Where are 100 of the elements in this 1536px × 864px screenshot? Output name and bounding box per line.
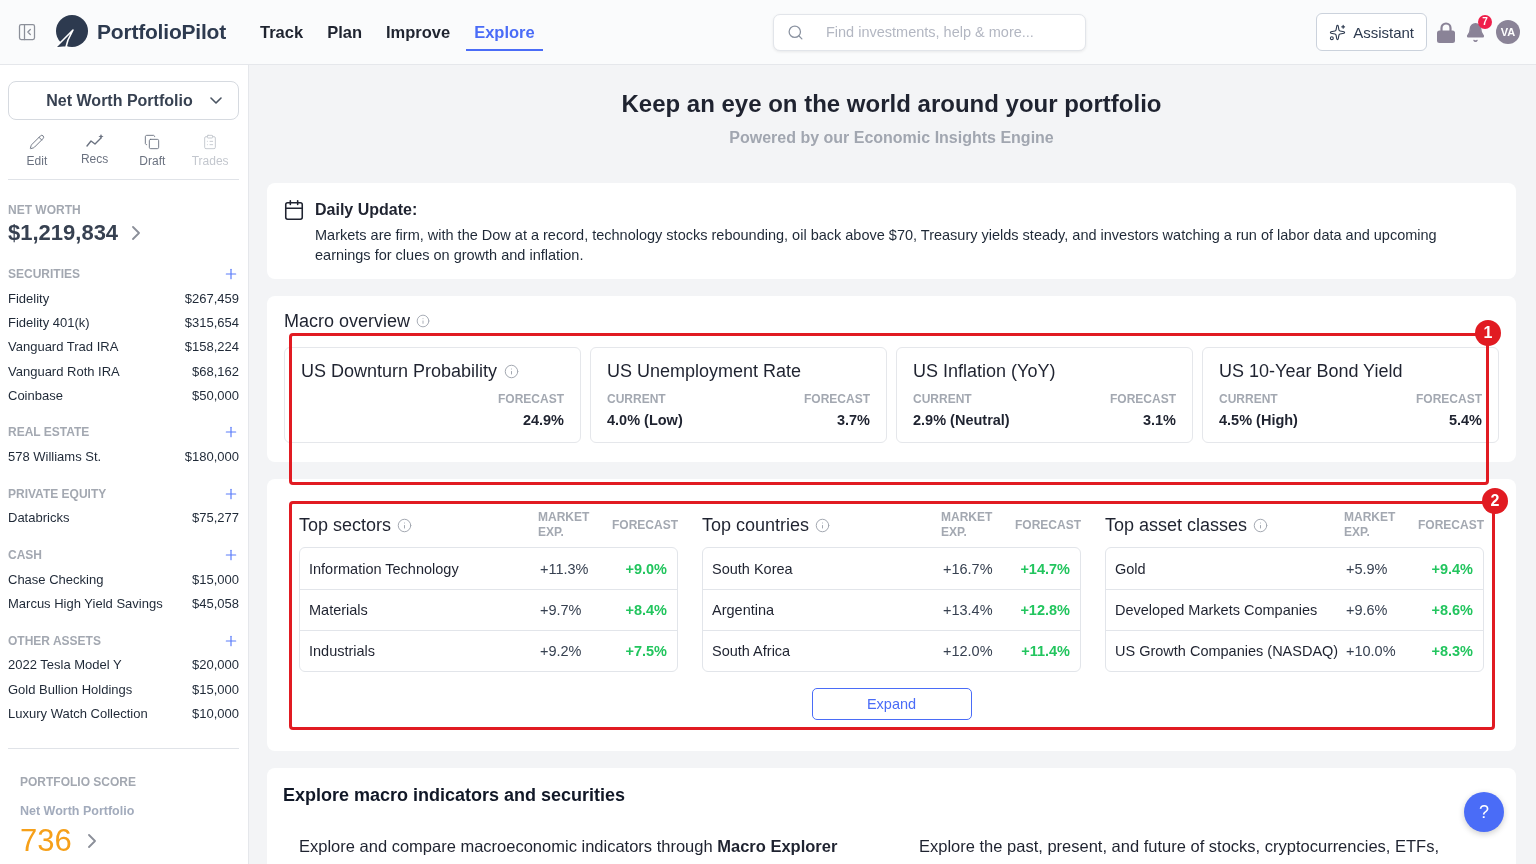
calendar-icon — [283, 199, 305, 221]
account-value: $68,162 — [192, 363, 239, 379]
trend-line-icon — [85, 134, 104, 148]
account-value: $50,000 — [192, 387, 239, 403]
account-name[interactable]: Vanguard Roth IRA — [8, 363, 120, 379]
account-name[interactable]: Fidelity — [8, 290, 50, 306]
account-name[interactable]: Chase Checking — [8, 571, 104, 587]
info-icon[interactable] — [815, 517, 831, 533]
section-title: Explore macro indicators and securities — [283, 784, 627, 806]
forecast-value: 3.7% — [836, 411, 870, 429]
account-value: $75,277 — [192, 510, 239, 526]
forecast-value: +12.8% — [1019, 602, 1070, 618]
forecast-value: +8.3% — [1430, 643, 1473, 659]
account-value: $267,459 — [184, 290, 239, 306]
section-heading: OTHER ASSETS — [8, 633, 101, 648]
account-name[interactable]: Gold Bullion Holdings — [8, 681, 133, 697]
pencil-icon — [28, 134, 45, 150]
current-value: 2.9% (Neutral) — [913, 411, 1010, 429]
forecast-label: FORECAST — [1110, 392, 1176, 407]
row-name: Gold — [1115, 560, 1147, 577]
chevron-down-icon — [210, 97, 222, 104]
info-icon[interactable] — [397, 517, 413, 533]
logo-icon — [54, 15, 88, 49]
account-value: $315,654 — [184, 314, 239, 330]
chevron-right-icon[interactable] — [87, 833, 96, 848]
collapse-sidebar-icon[interactable] — [17, 22, 37, 42]
info-icon[interactable] — [504, 363, 520, 379]
market-exp-value: +11.3% — [540, 560, 590, 577]
account-name[interactable]: 2022 Tesla Model Y — [8, 657, 122, 673]
account-name[interactable]: Luxury Watch Collection — [8, 705, 148, 721]
nav-tab[interactable]: Plan — [319, 13, 370, 51]
forecast-label: FORECAST — [498, 392, 564, 407]
market-exp-value: +10.0% — [1346, 643, 1397, 659]
chevron-right-icon[interactable] — [132, 226, 141, 240]
score-heading: PORTFOLIO SCORE — [20, 774, 137, 789]
current-label: CURRENT — [1219, 392, 1278, 407]
account-name[interactable]: Fidelity 401(k) — [8, 314, 90, 330]
account-name[interactable]: 578 Williams St. — [8, 449, 102, 465]
current-value: 4.5% (High) — [1219, 411, 1298, 429]
indicator-card[interactable]: US Inflation (YoY) CURRENT 2.9% (Neutral) FORECAST 3.1% — [896, 347, 1193, 443]
portfolio-score-value: 736 — [20, 822, 72, 859]
explore-description: Explore and compare macroeconomic indicators through Macro Explorer — [299, 836, 839, 856]
info-icon[interactable] — [416, 314, 431, 328]
expand-button[interactable]: Expand — [811, 688, 972, 720]
account-value: $10,000 — [192, 705, 239, 721]
forecast-value: 5.4% — [1448, 411, 1482, 429]
section-heading: REAL ESTATE — [8, 425, 90, 440]
column-header: FORECAST — [1417, 517, 1484, 533]
row-name: Argentina — [712, 602, 776, 618]
indicator-card[interactable]: US 10-Year Bond Yield CURRENT 4.5% (High) FORECAST 5.4% — [1202, 347, 1499, 443]
account-name[interactable]: Databricks — [8, 510, 70, 526]
row-name: Information Technology — [309, 560, 460, 577]
column-header: MARKET EXP. — [1344, 510, 1397, 540]
column-header: FORECAST — [611, 517, 678, 533]
clipboard-icon — [202, 134, 219, 150]
account-name[interactable]: Marcus High Yield Savings — [8, 596, 163, 611]
explore-description: Explore the past, present, and future of stocks, cryptocurrencies, ETFs, — [919, 836, 1440, 856]
net-worth-value: $1,219,834 — [8, 219, 119, 247]
row-name: South Korea — [712, 560, 794, 577]
score-portfolio-name: Net Worth Portfolio — [20, 802, 136, 819]
portfolio-select[interactable]: Net Worth Portfolio — [8, 81, 239, 120]
row-name: South Africa — [712, 643, 792, 659]
nav-tab[interactable]: Explore — [466, 13, 543, 51]
indicator-card[interactable]: US Unemployment Rate CURRENT 4.0% (Low) FORECAST 3.7% — [590, 347, 887, 443]
callout-number: 1 — [1475, 320, 1501, 346]
forecast-value: 3.1% — [1142, 411, 1176, 429]
row-name: Developed Markets Companies — [1115, 602, 1319, 618]
forecast-value: +8.4% — [624, 602, 667, 618]
forecast-label: FORECAST — [1416, 392, 1482, 407]
lock-icon[interactable] — [1437, 21, 1455, 43]
nav-tab[interactable]: Track — [252, 13, 312, 51]
section-heading: SECURITIES — [8, 267, 80, 281]
sparkles-icon — [1329, 23, 1347, 41]
indicator-card[interactable]: US Downturn Probability FORECAST 24.9% — [284, 347, 581, 443]
search-icon — [786, 23, 804, 41]
account-name[interactable]: Vanguard Trad IRA — [8, 339, 119, 355]
sidebar-action-button[interactable]: Edit — [8, 132, 66, 170]
account-name[interactable]: Coinbase — [8, 387, 63, 403]
column-header: FORECAST — [1014, 517, 1081, 533]
forecast-value: +8.6% — [1430, 602, 1473, 618]
net-worth-label: NET WORTH — [8, 203, 82, 217]
sidebar-action-button[interactable]: Recs — [65, 132, 124, 170]
account-value: $15,000 — [192, 571, 239, 587]
sidebar-action-button[interactable]: Draft — [123, 132, 182, 170]
column-header: MARKET EXP. — [538, 510, 591, 540]
daily-update-text: Markets are firm, with the Dow at a record, technology stocks rebounding, oil back above $70, Treasury yields steady, and investors watching a run of labor data and upcoming earnings for clues on growth and inflation. — [315, 226, 1438, 265]
brand-name: PortfolioPilot — [97, 20, 226, 44]
assistant-button[interactable]: Assistant — [1316, 13, 1427, 51]
info-icon[interactable] — [1253, 517, 1269, 533]
user-avatar[interactable]: VA — [1496, 20, 1520, 44]
forecast-value: +11.4% — [1020, 643, 1070, 659]
account-value: $15,000 — [192, 681, 239, 697]
row-name: US Growth Companies (NASDAQ) — [1115, 643, 1340, 659]
nav-tab[interactable]: Improve — [378, 13, 459, 51]
search-field[interactable]: Find investments, help & more... — [772, 13, 1086, 51]
indicator-title: US Inflation (YoY) — [913, 360, 1056, 382]
market-exp-value: +9.7% — [540, 602, 583, 618]
current-label: CURRENT — [913, 392, 972, 407]
notification-badge: 7 — [1478, 14, 1492, 29]
add-icon[interactable] — [223, 266, 239, 282]
